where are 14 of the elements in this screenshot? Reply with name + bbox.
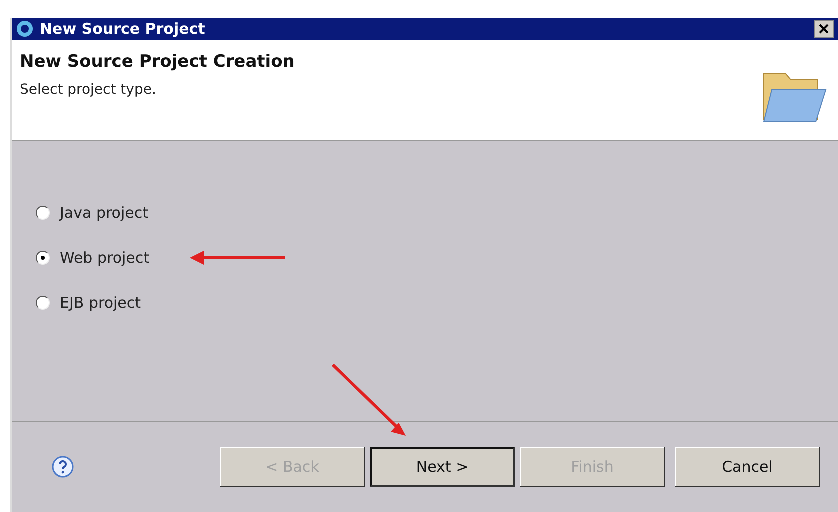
dialog-button[interactable]: Cancel [675,447,820,487]
dialog-button[interactable]: Next > [370,447,515,487]
close-button[interactable] [814,20,834,38]
window-title: New Source Project [40,20,206,38]
close-icon [818,23,830,35]
radio-button[interactable] [36,251,50,265]
option-label: Web project [60,249,150,267]
help-icon[interactable] [52,456,74,478]
page-subtitle: Select project type. [20,82,156,98]
option-label: Java project [60,204,149,222]
page-title: New Source Project Creation [20,52,295,72]
radio-button[interactable] [36,206,50,220]
radio-button[interactable] [36,296,50,310]
option-label: EJB project [60,294,142,312]
